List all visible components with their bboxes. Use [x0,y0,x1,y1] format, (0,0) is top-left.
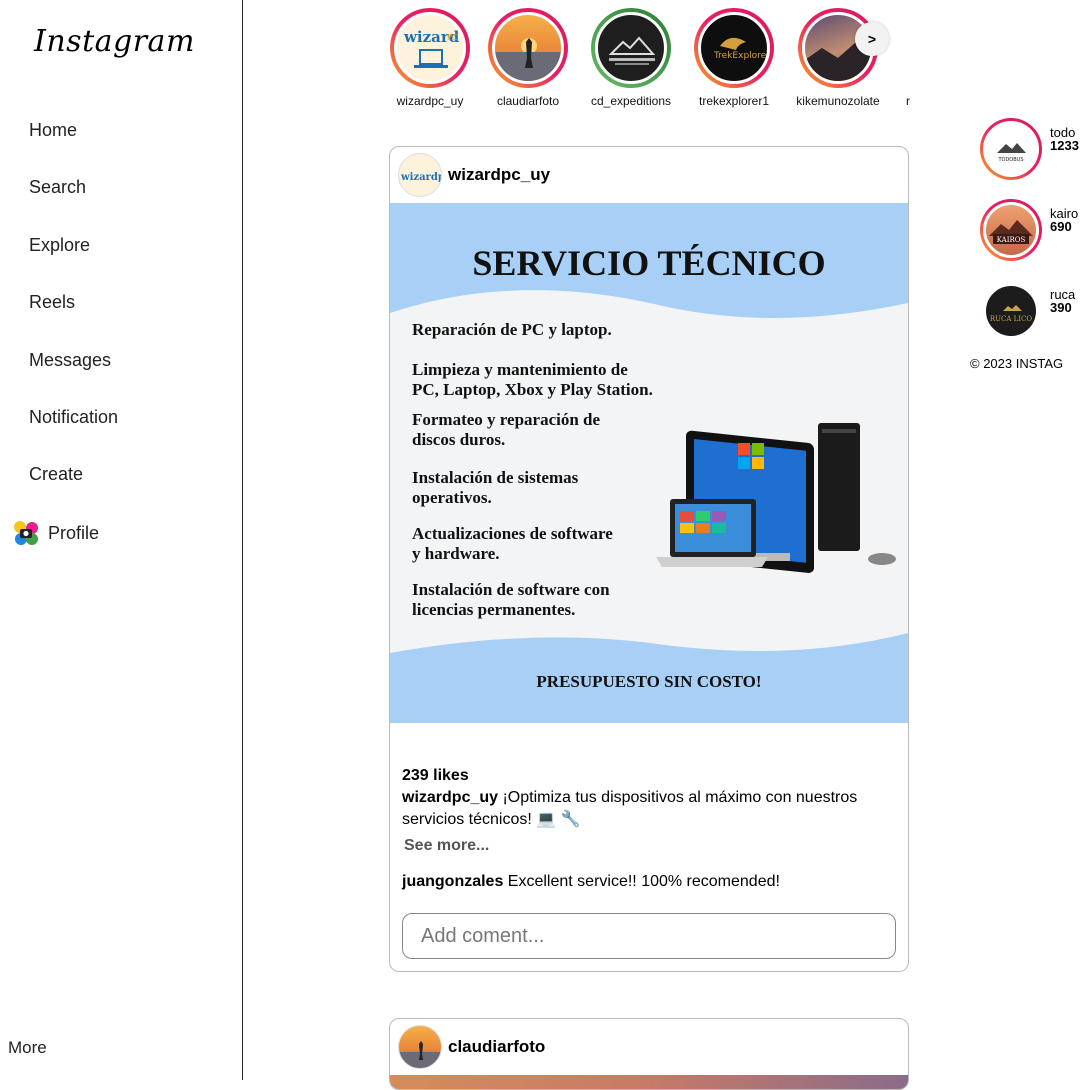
post-header: wizardpc wizardpc_uy [390,147,908,203]
story-username: claudiarfoto [496,94,560,108]
sidebar-item-label: Create [29,464,84,485]
post-card: claudiarfoto [389,1018,909,1090]
suggestion-count: 390 [1050,300,1072,315]
copyright-text: © 2023 INSTAG [970,356,1064,371]
post-avatar[interactable] [398,1025,442,1069]
story-ring: wizard PC [390,8,470,88]
suggestion-avatar: TODOBUS [983,121,1039,177]
flyer-title: SERVICIO TÉCNICO [472,243,825,283]
flyer-line: Reparación de PC y laptop. [412,320,612,339]
story-username: wizardpc_uy [396,94,464,108]
svg-text:Limpieza y mantenimiento de: Limpieza y mantenimiento de [412,360,628,379]
sidebar-item-create[interactable]: Create [29,462,118,519]
post-username[interactable]: wizardpc_uy [448,165,550,185]
profile-label: Profile [48,522,100,543]
suggestion-info: todo 1233 [1050,126,1079,152]
comment-text: Excellent service!! 100% recomended! [503,873,780,890]
post-header: claudiarfoto [390,1019,908,1075]
story-avatar [492,12,564,84]
story-ring [488,8,568,88]
sidebar-item-messages[interactable]: Messages [29,348,118,405]
suggestion-info: kairo 690 [1050,207,1078,233]
post-card: wizardpc wizardpc_uy SERVICIO TÉCNICO Re… [389,146,909,972]
svg-text:TODOBUS: TODOBUS [997,157,1023,163]
sidebar-item-label: Explore [29,234,91,255]
story-avatar: wizard PC [394,12,466,84]
suggestion-ring: TODOBUS [980,118,1042,180]
sidebar-item-label: Messages [29,349,112,370]
svg-text:Instalación de sistemas: Instalación de sistemas [412,468,579,487]
suggestion-item[interactable]: RUCA LICO ruca 390 [980,280,1075,342]
svg-text:Actualizaciones de software: Actualizaciones de software [412,524,613,543]
sidebar-item-explore[interactable]: Explore [29,233,118,290]
suggestion-item[interactable]: KAIROS kairo 690 [980,199,1078,261]
caption-username[interactable]: wizardpc_uy [402,789,498,806]
story-item[interactable]: TrekExplorer trekexplorer1 [686,8,782,108]
suggestion-avatar: KAIROS [983,202,1039,258]
svg-text:licencias permanentes.: licencias permanentes. [412,600,575,619]
svg-text:y hardware.: y hardware. [412,544,500,563]
story-ring: TrekExplorer [694,8,774,88]
svg-text:Instalación de software con: Instalación de software con [412,580,610,599]
comment: juangonzales Excellent service!! 100% re… [402,873,908,891]
svg-text:PC: PC [447,33,458,42]
story-username: trekexplorer1 [698,94,770,108]
svg-text:TrekExplorer: TrekExplorer [713,51,770,61]
post-username[interactable]: claudiarfoto [448,1037,545,1057]
story-item[interactable]: claudiarfoto [480,8,576,108]
flyer-footer: PRESUPUESTO SIN COSTO! [536,672,761,691]
story-username: cd_expeditions [590,94,672,108]
svg-text:Formateo y reparación de: Formateo y reparación de [412,410,601,429]
svg-text:discos duros.: discos duros. [412,430,505,449]
post-image[interactable]: SERVICIO TÉCNICO Reparación de PC y lapt… [390,203,908,723]
svg-text:RUCA LICO: RUCA LICO [990,315,1033,323]
suggestion-count: 1233 [1050,138,1079,153]
sidebar-nav: Home Search Explore Reels Messages Notif… [29,118,118,520]
svg-text:wizardpc: wizardpc [400,172,442,183]
sidebar-item-label: Search [29,177,87,198]
add-comment-input[interactable]: Add coment... [402,913,896,959]
comment-username[interactable]: juangonzales [402,873,503,890]
story-ring [591,8,671,88]
sidebar-item-search[interactable]: Search [29,175,118,232]
post-avatar[interactable]: wizardpc [398,153,442,197]
likes-count[interactable]: 239 likes [402,767,908,785]
sidebar-item-label: Notification [29,406,119,427]
sidebar-item-label: Reels [29,292,76,313]
suggestion-count: 690 [1050,219,1072,234]
sidebar-item-label: Home [29,120,78,140]
suggestion-avatar: RUCA LICO [983,283,1039,339]
suggestion-ring: RUCA LICO [980,280,1042,342]
more-menu-button[interactable]: More [8,1038,47,1058]
svg-text:KAIROS: KAIROS [997,236,1026,244]
sidebar-item-home[interactable]: Home [29,118,118,175]
stories-bar: wizard PC wizardpc_uy claudiarfoto cd_ex… [388,8,918,118]
story-item[interactable]: cd_expeditions [583,8,679,108]
story-username: r [906,94,910,108]
svg-text:operativos.: operativos. [412,488,492,507]
story-item[interactable]: wizard PC wizardpc_uy [388,8,478,108]
sidebar-item-profile[interactable]: Profile [12,519,99,547]
instagram-logo[interactable]: Instagram [34,24,195,59]
suggestion-info: ruca 390 [1050,288,1075,314]
profile-avatar-icon [12,519,40,547]
sidebar-item-notification[interactable]: Notification [29,405,118,462]
story-avatar [595,12,667,84]
sidebar: Instagram Home Search Explore Reels Mess… [0,0,243,1080]
post-image[interactable] [390,1075,908,1089]
suggestion-ring: KAIROS [980,199,1042,261]
suggestion-item[interactable]: TODOBUS todo 1233 [980,118,1079,180]
see-more-link[interactable]: See more... [404,837,908,855]
story-avatar: TrekExplorer [698,12,770,84]
svg-text:PC, Laptop, Xbox y Play Statio: PC, Laptop, Xbox y Play Station. [412,380,653,399]
stories-next-button[interactable]: > [855,22,889,56]
sidebar-item-reels[interactable]: Reels [29,290,118,347]
post-caption: wizardpc_uy ¡Optimiza tus dispositivos a… [402,787,896,831]
